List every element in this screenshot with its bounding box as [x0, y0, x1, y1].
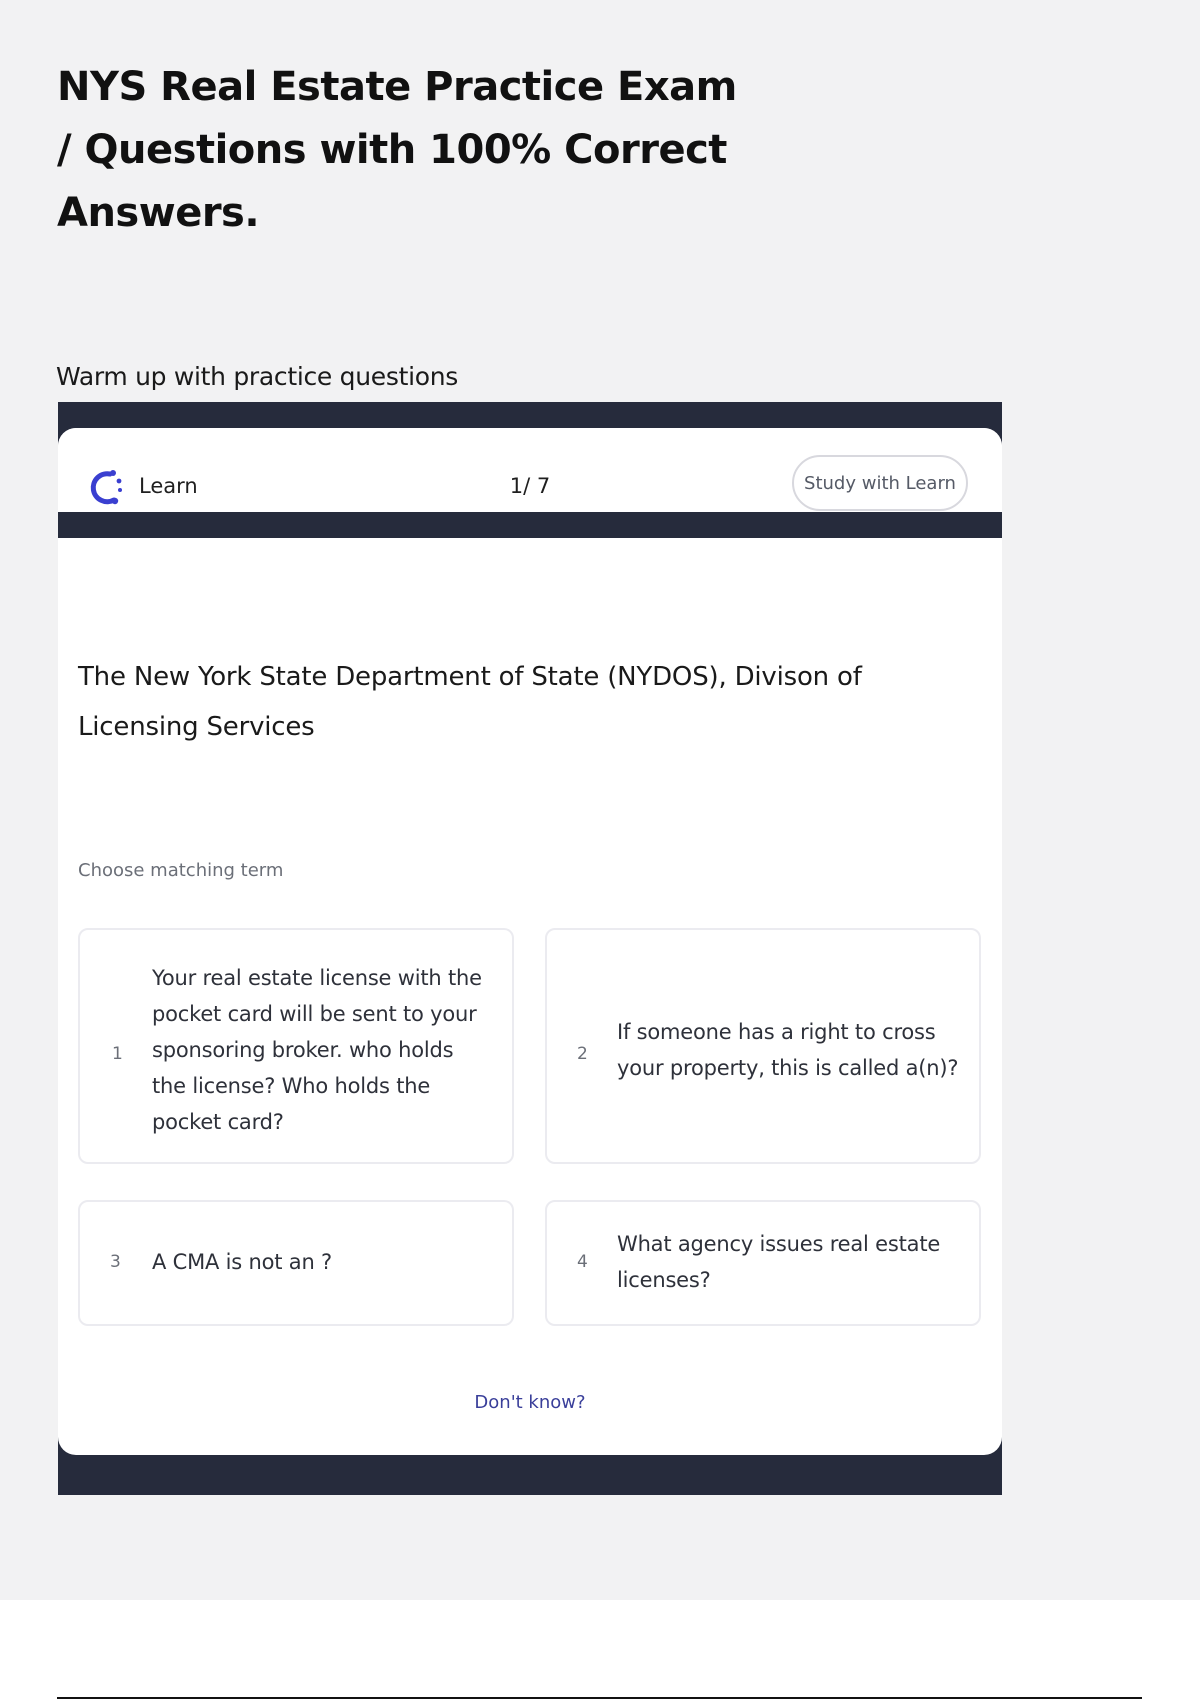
option-text: A CMA is not an ? — [152, 1250, 332, 1274]
page: NYS Real Estate Practice Exam / Question… — [0, 0, 1200, 1700]
document-title: NYS Real Estate Practice Exam / Question… — [57, 64, 737, 236]
option-text: If someone has a right to cross your pro… — [617, 1020, 959, 1080]
answer-option-2[interactable]: 2 If someone has a right to cross your p… — [545, 928, 981, 1164]
option-number: 3 — [110, 1252, 121, 1272]
instruction-text: Choose matching term — [78, 860, 284, 881]
option-text: Your real estate license with the pocket… — [152, 966, 482, 1134]
section-label: Warm up with practice questions — [56, 362, 458, 391]
dont-know-link[interactable]: Don't know? — [430, 1392, 630, 1413]
progress-indicator: 1/ 7 — [509, 474, 551, 498]
answer-option-1[interactable]: 1 Your real estate license with the pock… — [78, 928, 514, 1164]
study-with-learn-button[interactable]: Study with Learn — [792, 455, 968, 511]
footer-divider — [57, 1697, 1142, 1699]
widget-header: Learn 1/ 7 Study with Learn — [58, 428, 1002, 512]
logo-label: Learn — [139, 474, 198, 498]
option-number: 2 — [577, 1044, 588, 1064]
answer-option-3[interactable]: 3 A CMA is not an ? — [78, 1200, 514, 1326]
option-number: 4 — [577, 1252, 588, 1272]
learn-widget: Learn 1/ 7 Study with Learn The New York… — [58, 428, 1002, 1455]
header-divider — [58, 512, 1002, 538]
option-number: 1 — [112, 1044, 123, 1064]
answer-option-4[interactable]: 4 What agency issues real estate license… — [545, 1200, 981, 1326]
learn-logo-icon — [88, 466, 124, 510]
option-text: What agency issues real estate licenses? — [617, 1232, 941, 1292]
question-prompt: The New York State Department of State (… — [78, 662, 862, 742]
